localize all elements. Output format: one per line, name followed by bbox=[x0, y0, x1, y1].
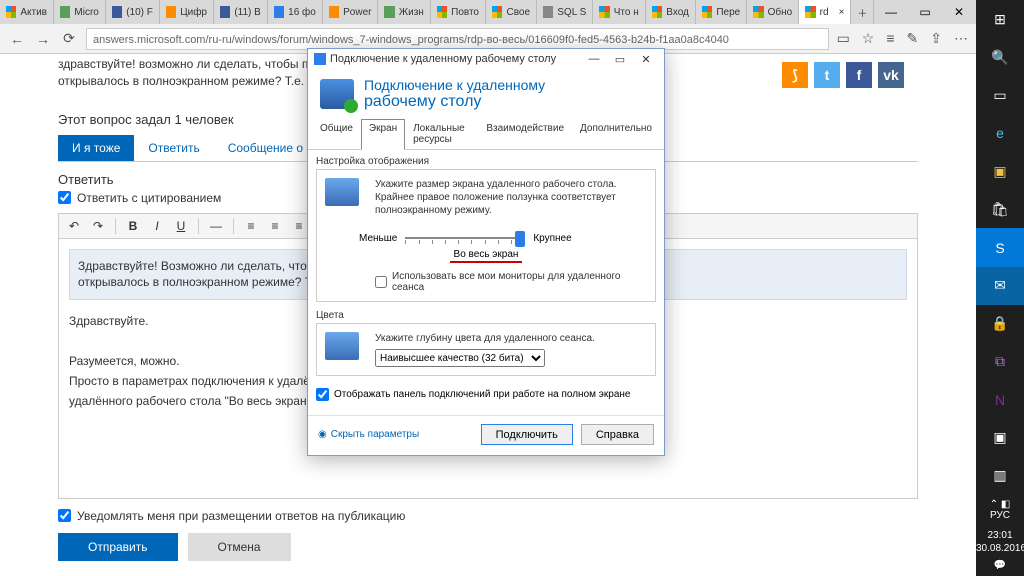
tab-8[interactable]: Повто bbox=[431, 0, 486, 24]
display-group: Укажите размер экрана удаленного рабочег… bbox=[316, 169, 656, 302]
tab-answer[interactable]: Ответить bbox=[134, 135, 213, 161]
tab-me-too[interactable]: И я тоже bbox=[58, 135, 134, 161]
send-button[interactable]: Отправить bbox=[58, 533, 178, 561]
notify-checkbox[interactable] bbox=[58, 509, 71, 522]
connect-button[interactable]: Подключить bbox=[481, 424, 573, 445]
twitter-icon[interactable]: t bbox=[814, 62, 840, 88]
rdp-tabs: Общие Экран Локальные ресурсы Взаимодейс… bbox=[308, 119, 664, 150]
rdp-banner: Подключение к удаленному рабочему столу bbox=[308, 69, 664, 119]
window-minimize-icon[interactable]: — bbox=[874, 0, 908, 24]
show-connbar-checkbox[interactable] bbox=[316, 388, 329, 401]
tab-0[interactable]: Актив bbox=[0, 0, 54, 24]
quote-checkbox[interactable] bbox=[58, 191, 71, 204]
social-icons: ⟆ t f vk bbox=[782, 62, 904, 88]
underline-icon[interactable]: U bbox=[170, 216, 192, 236]
tab-1[interactable]: Micro bbox=[54, 0, 106, 24]
tab-10[interactable]: SQL S bbox=[537, 0, 593, 24]
quote-label: Ответить с цитированием bbox=[77, 191, 221, 205]
tab-9[interactable]: Свое bbox=[486, 0, 537, 24]
browser-tab-strip: Актив Micro (10) F Цифр (11) B 16 фо Pow… bbox=[0, 0, 976, 24]
rdp-tab-advanced[interactable]: Дополнительно bbox=[572, 119, 660, 149]
new-tab-button[interactable]: ＋ bbox=[851, 0, 874, 24]
tab-2[interactable]: (10) F bbox=[106, 0, 160, 24]
refresh-icon[interactable]: ⟳ bbox=[60, 30, 78, 47]
rdp-tab-local[interactable]: Локальные ресурсы bbox=[405, 119, 478, 149]
hub-icon[interactable]: ≡ bbox=[886, 30, 894, 47]
italic-icon[interactable]: I bbox=[146, 216, 168, 236]
notify-label: Уведомлять меня при размещении ответов н… bbox=[77, 509, 405, 523]
rdp-tab-general[interactable]: Общие bbox=[312, 119, 361, 149]
tab-6[interactable]: Power bbox=[323, 0, 379, 24]
help-button[interactable]: Справка bbox=[581, 424, 654, 445]
edge-icon[interactable]: e bbox=[976, 114, 1024, 152]
windows-taskbar: ⊞ 🔍 ▭ e ▣ 🛍 S ✉ 🔒 ⧉ N ▣ ▥ ⌃ ◧РУС 23:01 3… bbox=[976, 0, 1024, 576]
tab-active[interactable]: rd× bbox=[799, 0, 851, 24]
colors-group-title: Цвета bbox=[316, 310, 656, 321]
size-slider[interactable] bbox=[405, 229, 525, 247]
slider-less-label: Меньше bbox=[359, 233, 397, 244]
redo-icon[interactable]: ↷ bbox=[87, 216, 109, 236]
align-center-icon[interactable]: ≡ bbox=[264, 216, 286, 236]
tab-13[interactable]: Пере bbox=[696, 0, 747, 24]
start-icon[interactable]: ⊞ bbox=[976, 0, 1024, 38]
colors-icon bbox=[325, 332, 359, 360]
more-icon[interactable]: ⋯ bbox=[954, 30, 968, 47]
tab-12[interactable]: Вход bbox=[646, 0, 696, 24]
reader-icon[interactable]: ▭ bbox=[837, 30, 850, 47]
slider-more-label: Крупнее bbox=[533, 233, 571, 244]
vk-icon[interactable]: vk bbox=[878, 62, 904, 88]
hr-icon[interactable]: — bbox=[205, 216, 227, 236]
tray-lang[interactable]: ⌃ ◧РУС bbox=[976, 495, 1024, 525]
store-icon[interactable]: 🛍 bbox=[976, 190, 1024, 228]
note-icon[interactable]: ✎ bbox=[907, 30, 919, 47]
tab-7[interactable]: Жизн bbox=[378, 0, 430, 24]
bold-icon[interactable]: B bbox=[122, 216, 144, 236]
rdp-titlebar[interactable]: Подключение к удаленному рабочему столу … bbox=[308, 49, 664, 69]
vs-icon[interactable]: ⧉ bbox=[976, 343, 1024, 381]
app-icon[interactable]: ▣ bbox=[976, 419, 1024, 457]
skype-icon[interactable]: S bbox=[976, 228, 1024, 266]
tab-14[interactable]: Обно bbox=[747, 0, 799, 24]
forward-icon[interactable]: → bbox=[34, 31, 52, 47]
tab-4[interactable]: (11) B bbox=[214, 0, 268, 24]
rdp-minimize-icon[interactable]: — bbox=[582, 53, 606, 66]
app2-icon[interactable]: ▥ bbox=[976, 457, 1024, 495]
fullscreen-label: Во весь экран bbox=[450, 249, 523, 263]
colors-group: Укажите глубину цвета для удаленного сеа… bbox=[316, 323, 656, 376]
address-bar[interactable]: answers.microsoft.com/ru-ru/windows/foru… bbox=[86, 28, 829, 50]
rdp-dialog: Подключение к удаленному рабочему столу … bbox=[307, 48, 665, 456]
undo-icon[interactable]: ↶ bbox=[63, 216, 85, 236]
color-depth-select[interactable]: Наивысшее качество (32 бита) bbox=[375, 349, 545, 367]
tab-11[interactable]: Что н bbox=[593, 0, 645, 24]
hide-options-link[interactable]: ◉ Скрыть параметры bbox=[318, 429, 419, 440]
rss-icon[interactable]: ⟆ bbox=[782, 62, 808, 88]
tab-5[interactable]: 16 фо bbox=[268, 0, 323, 24]
window-close-icon[interactable]: ✕ bbox=[942, 0, 976, 24]
favorite-icon[interactable]: ☆ bbox=[862, 30, 875, 47]
window-maximize-icon[interactable]: ▭ bbox=[908, 0, 942, 24]
rdp-maximize-icon[interactable]: ▭ bbox=[608, 53, 632, 66]
outlook-icon[interactable]: ✉ bbox=[976, 267, 1024, 305]
back-icon[interactable]: ← bbox=[8, 31, 26, 47]
all-monitors-checkbox[interactable] bbox=[375, 276, 387, 288]
align-left-icon[interactable]: ≡ bbox=[240, 216, 262, 236]
rdp-close-icon[interactable]: ✕ bbox=[634, 53, 658, 66]
tray-clock[interactable]: 23:01 30.08.2016 💬 bbox=[976, 525, 1024, 576]
monitor-icon bbox=[325, 178, 359, 206]
security-icon[interactable]: 🔒 bbox=[976, 305, 1024, 343]
share-icon[interactable]: ⇪ bbox=[930, 30, 942, 47]
onenote-icon[interactable]: N bbox=[976, 381, 1024, 419]
taskview-icon[interactable]: ▭ bbox=[976, 76, 1024, 114]
rdp-banner-icon bbox=[320, 79, 354, 109]
explorer-icon[interactable]: ▣ bbox=[976, 152, 1024, 190]
display-group-title: Настройка отображения bbox=[316, 156, 656, 167]
rdp-app-icon bbox=[314, 53, 326, 65]
rdp-tab-display[interactable]: Экран bbox=[361, 119, 405, 150]
search-icon[interactable]: 🔍 bbox=[976, 38, 1024, 76]
facebook-icon[interactable]: f bbox=[846, 62, 872, 88]
tab-3[interactable]: Цифр bbox=[160, 0, 214, 24]
cancel-button[interactable]: Отмена bbox=[188, 533, 291, 561]
rdp-tab-experience[interactable]: Взаимодействие bbox=[478, 119, 572, 149]
